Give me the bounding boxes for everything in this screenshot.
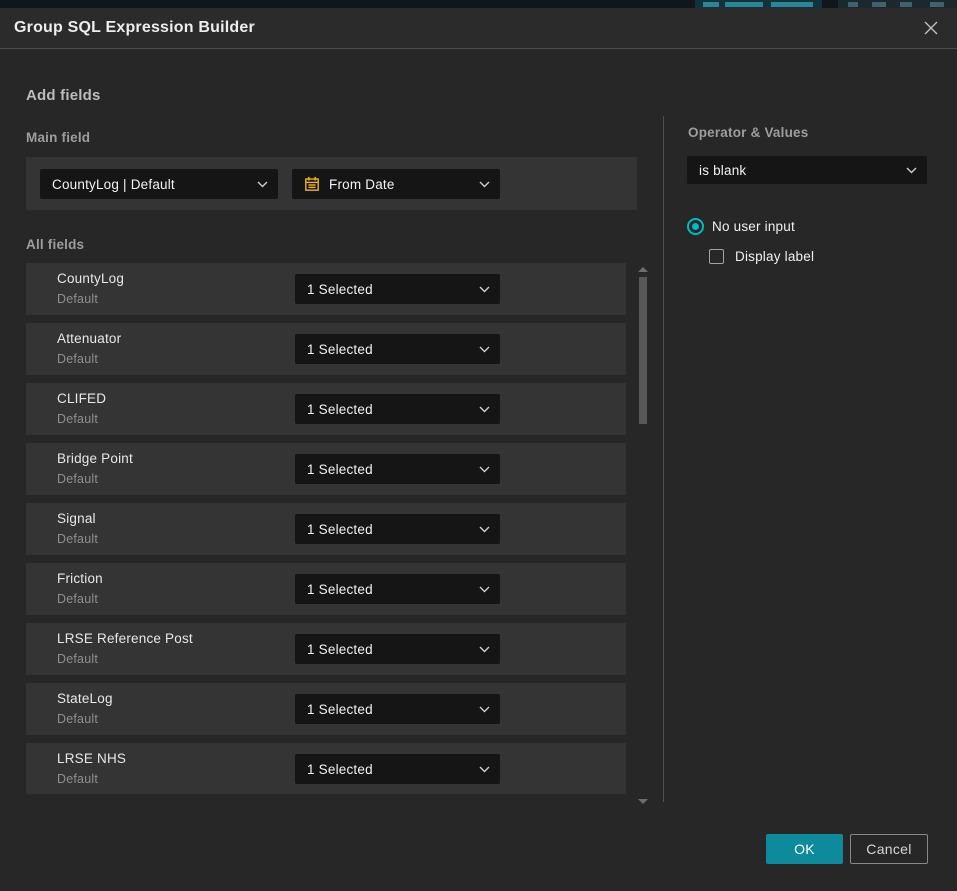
chevron-down-icon [479,346,490,353]
field-selection-dropdown[interactable]: 1 Selected [295,394,500,424]
field-selection-value: 1 Selected [307,762,373,777]
field-select[interactable]: From Date [292,169,500,199]
all-fields-list: CountyLog Default 1 Selected Attenuator … [26,263,626,794]
field-selection-value: 1 Selected [307,702,373,717]
chevron-down-icon [479,586,490,593]
background-fragment [900,2,912,7]
panel-divider [663,116,664,802]
field-row: LRSE NHS Default 1 Selected [26,743,626,794]
cancel-button[interactable]: Cancel [850,834,928,864]
close-button[interactable] [921,18,941,38]
field-selection-dropdown[interactable]: 1 Selected [295,334,500,364]
operator-select-value: is blank [699,163,746,178]
field-selection-dropdown[interactable]: 1 Selected [295,454,500,484]
radio-selected-icon[interactable] [687,218,704,235]
field-name: StateLog [57,691,113,706]
field-sublabel: Default [57,532,98,546]
field-name: CLIFED [57,391,106,406]
layer-select[interactable]: CountyLog | Default [40,169,278,199]
all-fields-label: All fields [26,237,84,252]
main-field-label: Main field [26,130,90,145]
background-fragment [695,0,822,8]
scroll-down-arrow-icon[interactable] [638,799,648,804]
field-selection-dropdown[interactable]: 1 Selected [295,634,500,664]
chevron-down-icon [257,181,268,188]
field-sublabel: Default [57,472,98,486]
field-name: Bridge Point [57,451,133,466]
field-row: Bridge Point Default 1 Selected [26,443,626,495]
field-selection-value: 1 Selected [307,582,373,597]
field-name: Friction [57,571,103,586]
chevron-down-icon [906,167,917,174]
background-fragment [930,2,944,7]
chevron-down-icon [479,286,490,293]
background-fragment [703,2,719,7]
field-selection-dropdown[interactable]: 1 Selected [295,694,500,724]
chevron-down-icon [479,766,490,773]
ok-button[interactable]: OK [766,834,843,864]
layer-select-value: CountyLog | Default [52,177,175,192]
chevron-down-icon [479,646,490,653]
field-row: CountyLog Default 1 Selected [26,263,626,315]
scroll-up-arrow-icon[interactable] [638,267,648,272]
field-selection-value: 1 Selected [307,522,373,537]
field-sublabel: Default [57,772,98,786]
field-name: LRSE NHS [57,751,126,766]
background-app-strip [0,0,957,8]
field-selection-dropdown[interactable]: 1 Selected [295,274,500,304]
field-row: CLIFED Default 1 Selected [26,383,626,435]
group-sql-expression-builder-dialog: Group SQL Expression Builder Add fields … [0,8,957,891]
dialog-title: Group SQL Expression Builder [14,19,255,37]
background-fragment [872,2,886,7]
chevron-down-icon [479,526,490,533]
field-selection-value: 1 Selected [307,402,373,417]
chevron-down-icon [479,406,490,413]
no-user-input-label[interactable]: No user input [712,219,795,234]
field-row: Signal Default 1 Selected [26,503,626,555]
dialog-header: Group SQL Expression Builder [0,8,957,49]
field-name: Signal [57,511,96,526]
field-sublabel: Default [57,292,98,306]
add-fields-heading: Add fields [26,87,101,104]
field-row: LRSE Reference Post Default 1 Selected [26,623,626,675]
field-row: StateLog Default 1 Selected [26,683,626,735]
field-selection-value: 1 Selected [307,462,373,477]
checkbox-unchecked-icon[interactable] [709,249,724,264]
background-fragment [838,0,957,8]
field-name: LRSE Reference Post [57,631,193,646]
field-selection-value: 1 Selected [307,282,373,297]
chevron-down-icon [479,706,490,713]
chevron-down-icon [479,466,490,473]
field-selection-value: 1 Selected [307,642,373,657]
field-select-value: From Date [329,177,395,192]
operator-values-heading: Operator & Values [688,125,808,140]
field-selection-value: 1 Selected [307,342,373,357]
field-selection-dropdown[interactable]: 1 Selected [295,514,500,544]
field-row: Attenuator Default 1 Selected [26,323,626,375]
chevron-down-icon [479,181,490,188]
field-name: CountyLog [57,271,124,286]
list-scrollbar [637,263,650,806]
calendar-icon [304,176,320,192]
no-user-input-option[interactable]: No user input [687,218,795,235]
background-fragment [725,2,763,7]
field-selection-dropdown[interactable]: 1 Selected [295,754,500,784]
scrollbar-thumb[interactable] [639,277,647,424]
main-field-panel: CountyLog | Default From Date [26,157,637,210]
close-icon [923,20,939,36]
field-sublabel: Default [57,652,98,666]
field-sublabel: Default [57,592,98,606]
field-row: Friction Default 1 Selected [26,563,626,615]
operator-select[interactable]: is blank [687,156,927,184]
field-selection-dropdown[interactable]: 1 Selected [295,574,500,604]
field-sublabel: Default [57,352,98,366]
background-fragment [771,2,813,7]
background-fragment [848,2,858,7]
field-name: Attenuator [57,331,121,346]
display-label-option[interactable]: Display label [709,249,814,264]
field-sublabel: Default [57,712,98,726]
field-sublabel: Default [57,412,98,426]
display-label-label[interactable]: Display label [735,249,814,264]
